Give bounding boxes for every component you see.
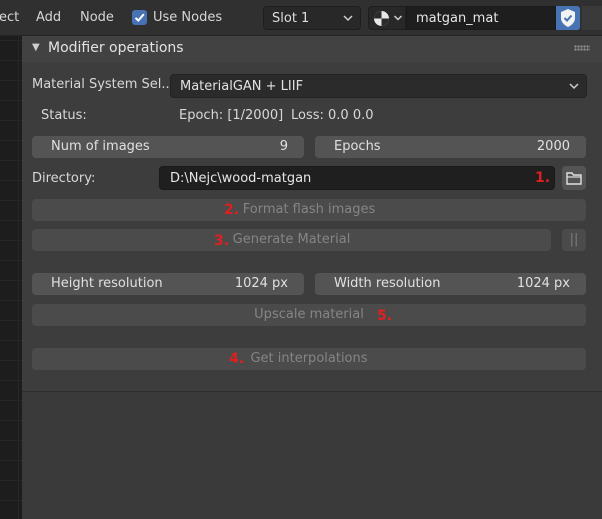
height-resolution-value: 1024 px — [234, 276, 288, 291]
num-images-label: Num of images — [51, 139, 150, 154]
annotation-4: 4. — [229, 351, 245, 367]
pause-button[interactable]: || — [562, 229, 586, 251]
epochs-label: Epochs — [334, 139, 381, 154]
modifier-operations-panel: ▼ Modifier operations Material System Se… — [22, 36, 602, 392]
material-name-value: matgan_mat — [416, 11, 499, 26]
format-flash-images-button[interactable]: Format flash images — [32, 199, 586, 221]
get-interpolations-label: Get interpolations — [250, 351, 368, 366]
material-ball-icon — [374, 11, 389, 26]
width-resolution-field[interactable]: Width resolution 1024 px — [315, 273, 586, 295]
checkmark-icon — [134, 13, 145, 22]
material-system-dropdown[interactable]: MaterialGAN + LIIF — [170, 74, 587, 98]
directory-input[interactable]: D:\Nejc\wood-matgan — [159, 166, 555, 190]
directory-value: D:\Nejc\wood-matgan — [170, 171, 312, 186]
height-resolution-field[interactable]: Height resolution 1024 px — [32, 273, 304, 295]
editor-header: ect Add Node Use Nodes Slot 1 matgan_mat — [0, 0, 602, 36]
generate-material-button[interactable]: Generate Material — [32, 229, 551, 251]
chevron-down-icon — [569, 83, 579, 90]
annotation-2: 2. — [224, 202, 240, 218]
material-browse-button[interactable] — [368, 6, 406, 30]
folder-icon — [566, 172, 582, 185]
sidebar-panel: ▼ Modifier operations Material System Se… — [22, 36, 602, 519]
directory-label: Directory: — [32, 171, 96, 186]
status-label: Status: — [41, 108, 87, 123]
epochs-field[interactable]: Epochs 2000 — [315, 136, 586, 158]
material-name-field[interactable]: matgan_mat — [406, 6, 556, 30]
annotation-3: 3. — [214, 233, 230, 249]
get-interpolations-button[interactable]: Get interpolations — [32, 348, 586, 370]
slot-dropdown[interactable]: Slot 1 — [263, 6, 361, 30]
browse-folder-button[interactable] — [562, 166, 586, 190]
generate-material-label: Generate Material — [232, 232, 351, 247]
upscale-material-button[interactable]: Upscale material — [32, 304, 586, 326]
menu-node[interactable]: Node — [80, 10, 114, 25]
annotation-1: 1. — [535, 170, 551, 186]
num-images-field[interactable]: Num of images 9 — [32, 136, 304, 158]
use-nodes-checkbox[interactable] — [132, 10, 147, 25]
width-resolution-value: 1024 px — [516, 276, 570, 291]
annotation-5: 5. — [377, 308, 393, 324]
material-system-label: Material System Sel... — [32, 77, 174, 92]
pause-icon: || — [569, 232, 579, 247]
grip-icon[interactable] — [574, 45, 590, 51]
upscale-material-label: Upscale material — [254, 307, 364, 322]
panel-title: Modifier operations — [48, 40, 184, 56]
new-material-button[interactable] — [582, 6, 602, 30]
loss-status: Loss: 0.0 0.0 — [291, 108, 374, 123]
material-system-value: MaterialGAN + LIIF — [180, 79, 304, 94]
use-nodes-label: Use Nodes — [153, 10, 223, 25]
num-images-value: 9 — [279, 139, 288, 154]
menu-select[interactable]: ect — [0, 10, 19, 25]
height-resolution-label: Height resolution — [51, 276, 163, 291]
fake-user-button[interactable] — [556, 6, 580, 30]
collapse-triangle-icon: ▼ — [32, 42, 40, 53]
format-flash-images-label: Format flash images — [242, 202, 376, 217]
epochs-value: 2000 — [536, 139, 570, 154]
width-resolution-label: Width resolution — [334, 276, 441, 291]
menu-add[interactable]: Add — [36, 10, 61, 25]
panel-header[interactable]: ▼ Modifier operations — [22, 36, 602, 62]
chevron-down-icon — [343, 15, 353, 22]
epoch-status: Epoch: [1/2000] — [179, 108, 284, 123]
slot-value: Slot 1 — [272, 11, 310, 26]
chevron-down-icon — [393, 15, 403, 21]
shield-icon — [561, 9, 575, 27]
